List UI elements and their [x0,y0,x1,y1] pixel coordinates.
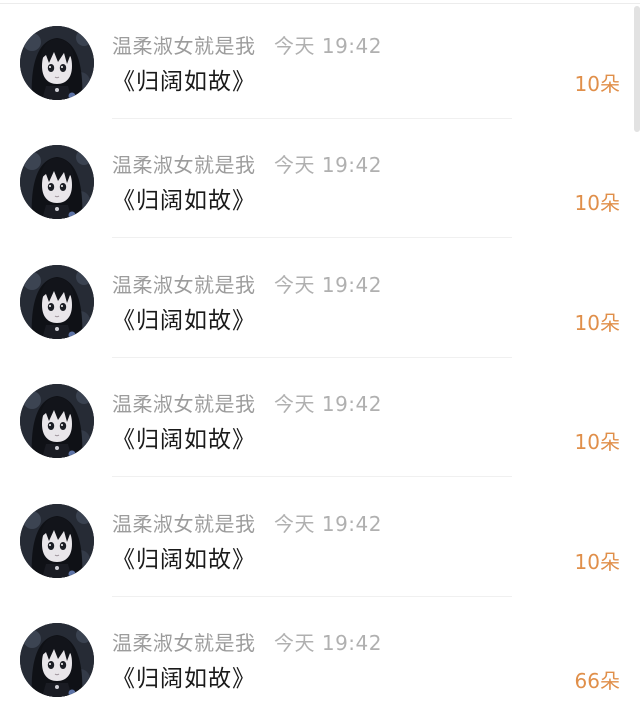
gift-count: 10朵 [574,72,620,96]
message-text: 《归阔如故》 [112,547,256,573]
avatar[interactable] [20,623,94,697]
anime-girl-avatar-icon [20,504,94,578]
message-text: 《归阔如故》 [112,69,256,95]
timestamp: 今天 19:42 [274,273,382,297]
message-row[interactable]: 温柔淑女就是我 今天 19:42 《归阔如故》 10朵 [0,239,640,358]
avatar[interactable] [20,265,94,339]
avatar[interactable] [20,504,94,578]
message-row[interactable]: 温柔淑女就是我 今天 19:42 《归阔如故》 66朵 [0,597,640,716]
gift-count: 10朵 [574,191,620,215]
gift-count: 10朵 [574,430,620,454]
message-row[interactable]: 温柔淑女就是我 今天 19:42 《归阔如故》 10朵 [0,358,640,477]
username[interactable]: 温柔淑女就是我 [112,627,256,656]
username[interactable]: 温柔淑女就是我 [112,30,256,59]
message-row[interactable]: 温柔淑女就是我 今天 19:42 《归阔如故》 10朵 [0,478,640,597]
row-divider [112,237,512,238]
username[interactable]: 温柔淑女就是我 [112,388,256,417]
timestamp: 今天 19:42 [274,153,382,177]
anime-girl-avatar-icon [20,384,94,458]
anime-girl-avatar-icon [20,623,94,697]
anime-girl-avatar-icon [20,26,94,100]
timestamp: 今天 19:42 [274,631,382,655]
message-text: 《归阔如故》 [112,308,256,334]
avatar[interactable] [20,26,94,100]
message-text: 《归阔如故》 [112,188,256,214]
username[interactable]: 温柔淑女就是我 [112,508,256,537]
avatar[interactable] [20,145,94,219]
scrollbar[interactable] [634,6,640,132]
anime-girl-avatar-icon [20,265,94,339]
timestamp: 今天 19:42 [274,392,382,416]
message-text: 《归阔如故》 [112,666,256,692]
timestamp: 今天 19:42 [274,512,382,536]
avatar[interactable] [20,384,94,458]
username[interactable]: 温柔淑女就是我 [112,149,256,178]
message-list: 温柔淑女就是我 今天 19:42 《归阔如故》 10朵 温柔淑女就是我 今天 1… [0,0,640,723]
username[interactable]: 温柔淑女就是我 [112,269,256,298]
message-text: 《归阔如故》 [112,427,256,453]
row-divider [112,476,512,477]
gift-count: 10朵 [574,550,620,574]
gift-count: 10朵 [574,311,620,335]
timestamp: 今天 19:42 [274,34,382,58]
message-row[interactable]: 温柔淑女就是我 今天 19:42 《归阔如故》 10朵 [0,0,640,119]
gift-count: 66朵 [574,669,620,693]
message-row[interactable]: 温柔淑女就是我 今天 19:42 《归阔如故》 10朵 [0,119,640,238]
anime-girl-avatar-icon [20,145,94,219]
